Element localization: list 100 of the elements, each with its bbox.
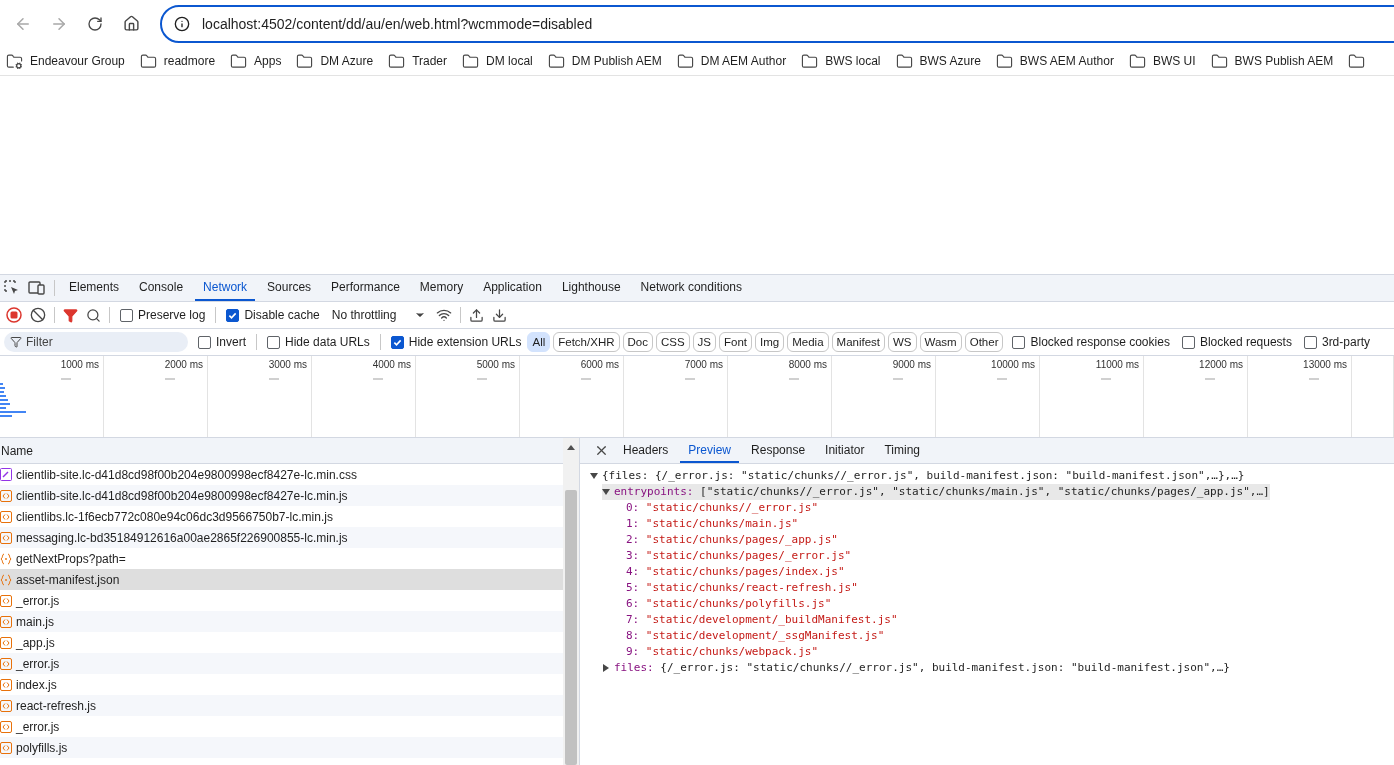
type-filter-chip[interactable]: Doc: [622, 332, 653, 352]
preview-node[interactable]: {files: {/_error.js: "static/chunks//_error.js", build-manifest.json: "build-manifest.json",…},…}: [590, 468, 1245, 484]
timeline-mark: [789, 378, 799, 380]
folder-icon: [230, 52, 248, 70]
checkbox[interactable]: [1012, 335, 1026, 349]
type-filter-chip[interactable]: JS: [692, 332, 717, 352]
type-filter-chip[interactable]: Fetch/XHR: [553, 332, 620, 352]
devtools-tab[interactable]: Elements: [61, 275, 128, 301]
checkbox[interactable]: [267, 335, 280, 349]
script-icon: [0, 615, 12, 628]
devtools-tab[interactable]: Lighthouse: [553, 275, 629, 301]
type-filter-chip[interactable]: Wasm: [919, 332, 962, 352]
bookmark[interactable]: DM Publish AEM: [547, 52, 662, 70]
bookmark[interactable]: DM Azure: [296, 52, 374, 70]
checkbox[interactable]: [390, 335, 404, 349]
upload-icon: [469, 307, 485, 323]
timeline-mark: [581, 378, 591, 380]
timeline-tick: 10000 ms: [991, 359, 1035, 370]
type-filter-chip[interactable]: CSS: [655, 332, 690, 352]
preserve-log-option[interactable]: Preserve log: [120, 308, 206, 322]
detail-tab[interactable]: Response: [743, 438, 814, 463]
preview-entry: 8: "static/development/_ssgManifest.js": [625, 628, 885, 644]
checkbox[interactable]: [1181, 335, 1195, 349]
timeline-tick: 6000 ms: [580, 359, 619, 370]
bookmark[interactable]: DM local: [462, 52, 533, 70]
folder-icon[interactable]: [1348, 52, 1366, 70]
timeline-tick: 9000 ms: [892, 359, 931, 370]
bookmark[interactable]: Endeavour Group: [6, 52, 125, 70]
type-filter-chip[interactable]: Media: [787, 332, 829, 352]
preview-entry: 9: "static/chunks/webpack.js": [625, 644, 819, 660]
bookmark[interactable]: DM AEM Author: [676, 52, 787, 70]
request-row[interactable]: main.js: [0, 611, 563, 632]
filter-option[interactable]: Invert: [198, 335, 246, 349]
timeline-tick: 11000 ms: [1095, 359, 1139, 370]
detail-tab[interactable]: Headers: [615, 438, 677, 463]
type-filter-chip[interactable]: All: [527, 332, 551, 352]
filter-option[interactable]: Hide extension URLs: [390, 335, 522, 349]
timeline-mark: [373, 378, 383, 380]
preview-entry: 5: "static/chunks/react-refresh.js": [625, 580, 858, 596]
filter-option[interactable]: Blocked response cookies: [1012, 335, 1170, 349]
request-row[interactable]: _error.js: [0, 653, 563, 674]
folder-icon: [995, 52, 1013, 70]
request-row[interactable]: polyfills.js: [0, 737, 563, 758]
folder-icon: [296, 52, 314, 70]
scroll-up-icon[interactable]: [567, 444, 575, 450]
scrollbar[interactable]: [563, 438, 579, 765]
filter-option[interactable]: Hide data URLs: [267, 335, 370, 349]
bookmark[interactable]: BWS Azure: [895, 52, 981, 70]
type-filter-chip[interactable]: Font: [719, 332, 753, 352]
folder-icon: [139, 52, 157, 70]
devtools-tab[interactable]: Network: [195, 275, 256, 301]
request-row[interactable]: react-refresh.js: [0, 695, 563, 716]
devtools-tab[interactable]: Network conditions: [632, 275, 750, 301]
detail-tab[interactable]: Preview: [680, 438, 740, 463]
script-icon: [0, 636, 12, 649]
type-filter-chip[interactable]: Other: [964, 332, 1004, 352]
detail-tab[interactable]: Initiator: [817, 438, 873, 463]
script-icon: [0, 510, 12, 523]
checkbox[interactable]: [198, 335, 211, 349]
bookmark[interactable]: BWS AEM Author: [995, 52, 1114, 70]
info-icon[interactable]: [174, 15, 190, 32]
devtools-tab[interactable]: Sources: [259, 275, 320, 301]
download-icon: [492, 307, 508, 323]
bookmark[interactable]: BWS local: [801, 52, 881, 70]
filter-icon: [63, 307, 78, 323]
preview-node[interactable]: entrypoints: ["static/chunks//_error.js", "static/chunks/main.js", "static/chunks/pages/_app.js",…]: [602, 484, 1270, 500]
devtools-tab[interactable]: Memory: [411, 275, 472, 301]
folder-icon: [676, 52, 694, 70]
type-filter-chip[interactable]: WS: [888, 332, 917, 352]
preview-entry: 7: "static/development/_buildManifest.js": [625, 612, 898, 628]
bookmark[interactable]: readmore: [139, 52, 216, 70]
search-icon: [86, 307, 101, 323]
timeline-mark: [1101, 378, 1111, 380]
filter-field[interactable]: Filter: [4, 332, 188, 352]
collapsed-triangle-icon[interactable]: [602, 664, 610, 672]
request-row[interactable]: messaging.lc-bd35184912616a00ae2865f226900855-lc.min.js: [0, 527, 563, 548]
devtools-tab[interactable]: Console: [131, 275, 192, 301]
filter-option[interactable]: 3rd-party: [1303, 335, 1370, 349]
bookmark[interactable]: BWS Publish AEM: [1210, 52, 1334, 70]
bookmark[interactable]: Trader: [388, 52, 448, 70]
devtools-tab[interactable]: Application: [475, 275, 550, 301]
script-icon: [0, 720, 12, 733]
checkbox[interactable]: [120, 308, 133, 322]
filter-option[interactable]: Blocked requests: [1181, 335, 1292, 349]
address-bar[interactable]: localhost:4502/content/dd/au/en/web.html?wcmmode=disabled: [160, 4, 1394, 43]
request-row[interactable]: asset-manifest.json: [0, 569, 563, 590]
bookmark[interactable]: Apps: [230, 52, 282, 70]
checkbox[interactable]: [226, 308, 240, 322]
disable-cache-option[interactable]: Disable cache: [226, 308, 320, 322]
type-filter-chip[interactable]: Img: [755, 332, 785, 352]
throttling-select[interactable]: No throttling: [325, 308, 433, 322]
detail-tab[interactable]: Timing: [876, 438, 928, 463]
checkbox[interactable]: [1303, 335, 1317, 349]
request-row[interactable]: clientlib-site.lc-d41d8cd98f00b204e9800998ecf8427e-lc.min.js: [0, 485, 563, 506]
column-header[interactable]: Name: [1, 443, 33, 458]
bookmark[interactable]: BWS UI: [1128, 52, 1196, 70]
preview-entry: 3: "static/chunks/pages/_error.js": [625, 548, 852, 564]
devtools-tab[interactable]: Performance: [323, 275, 408, 301]
preview-node[interactable]: files: {/_error.js: "static/chunks//_error.js", build-manifest.json: "build-manifest.json",…}: [602, 660, 1230, 676]
type-filter-chip[interactable]: Manifest: [831, 332, 885, 352]
